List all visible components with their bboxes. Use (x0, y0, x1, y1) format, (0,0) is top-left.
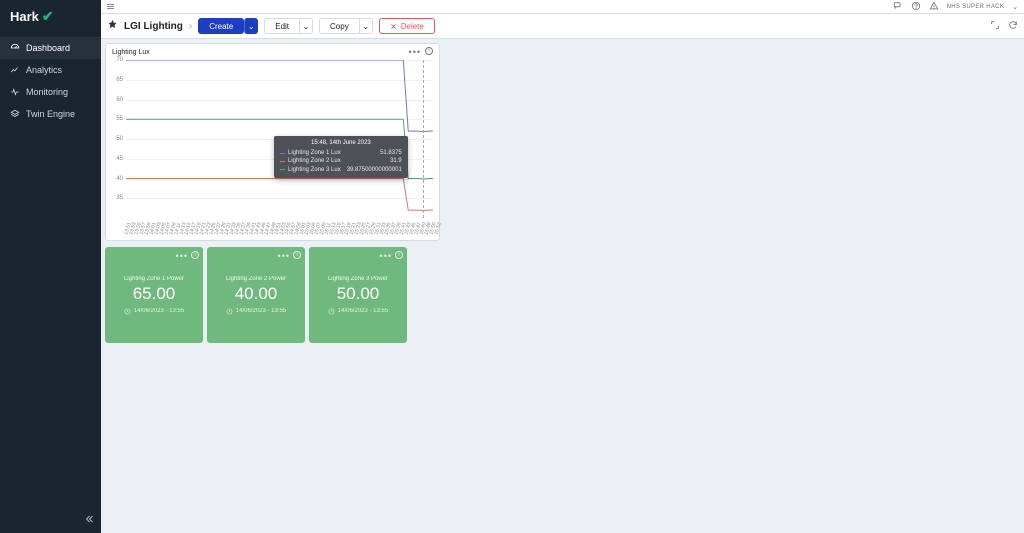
card-title: Lighting Zone 3 Power (328, 276, 388, 282)
card-timestamp: 14/06/2023 - 13:55 (134, 308, 184, 314)
card-timestamp: 14/06/2023 - 13:55 (338, 308, 388, 314)
chart-menu-icon[interactable]: ••• (409, 47, 421, 57)
chart-title: Lighting Lux (112, 49, 150, 56)
card-info-icon[interactable]: i (293, 251, 301, 259)
chevron-left-icon (83, 513, 95, 525)
edit-label: Edit (275, 22, 289, 31)
chart-x-axis: 13:5113:5313:5513:5713:5914:0114:0314:05… (126, 220, 433, 238)
legend-swatch-icon (280, 169, 285, 170)
brand-logo[interactable]: Hark✔ (0, 0, 101, 33)
page-title: LGI Lighting (124, 21, 183, 32)
card-menu-icon[interactable]: ••• (278, 251, 290, 261)
card-timestamp: 14/06/2023 - 13:55 (236, 308, 286, 314)
topbar: NHS SUPER HACK ⌄ (101, 0, 1024, 14)
card-info-icon[interactable]: i (395, 251, 403, 259)
delete-button[interactable]: Delete (379, 18, 435, 34)
comments-icon[interactable] (893, 1, 903, 13)
sidebar-item-label: Twin Engine (26, 109, 75, 119)
chart-tooltip: 15:48, 14th June 2023 Lighting Zone 1 Lu… (274, 136, 408, 178)
card-title: Lighting Zone 1 Power (124, 276, 184, 282)
chevron-down-icon: ⌄ (248, 22, 255, 31)
clock-icon (124, 308, 131, 315)
edit-dropdown[interactable]: ⌄ (299, 18, 313, 34)
legend-swatch-icon (280, 153, 285, 154)
copy-button[interactable]: Copy (319, 18, 359, 34)
alerts-icon[interactable] (929, 1, 939, 13)
copy-dropdown[interactable]: ⌄ (359, 18, 373, 34)
delete-label: Delete (401, 22, 424, 31)
tooltip-series-value: 39.87500000000001 (347, 166, 402, 174)
user-name[interactable]: NHS SUPER HACK (947, 4, 1005, 10)
analytics-icon (10, 65, 20, 75)
page-header: LGI Lighting › Create ⌄ Edit ⌄ Copy ⌄ De… (101, 14, 1024, 39)
card-lighting-zone-3-power[interactable]: •••i Lighting Zone 3 Power 50.00 14/06/2… (309, 247, 407, 343)
legend-swatch-icon (280, 161, 285, 162)
sidebar: Hark✔ Dashboard Analytics Monitoring Twi… (0, 0, 101, 533)
layers-icon (10, 109, 20, 119)
brand-mark-icon: ✔ (42, 8, 54, 25)
expand-icon[interactable] (990, 20, 1000, 33)
clock-icon (226, 308, 233, 315)
sidebar-item-analytics[interactable]: Analytics (0, 59, 101, 81)
tooltip-series-value: 31.9 (390, 157, 402, 165)
card-menu-icon[interactable]: ••• (380, 251, 392, 261)
tooltip-series-value: 51.8375 (380, 149, 402, 157)
chart-info-icon[interactable]: i (425, 47, 433, 55)
card-title: Lighting Zone 2 Power (226, 276, 286, 282)
sidebar-item-label: Monitoring (26, 87, 68, 97)
card-info-icon[interactable]: i (191, 251, 199, 259)
card-value: 50.00 (337, 284, 380, 304)
sidebar-item-label: Dashboard (26, 43, 70, 53)
chevron-down-icon: ⌄ (362, 22, 369, 31)
card-value: 40.00 (235, 284, 278, 304)
card-value: 65.00 (133, 284, 176, 304)
breadcrumb-separator-icon: › (189, 21, 192, 32)
brand-text: Hark (10, 9, 39, 24)
edit-button[interactable]: Edit (264, 18, 299, 34)
refresh-icon[interactable] (1008, 20, 1018, 33)
tooltip-series-label: Lighting Zone 1 Lux (288, 149, 341, 157)
favorite-star-icon[interactable] (107, 19, 118, 33)
sidebar-collapse-button[interactable] (83, 513, 95, 527)
card-lighting-zone-1-power[interactable]: •••i Lighting Zone 1 Power 65.00 14/06/2… (105, 247, 203, 343)
copy-label: Copy (330, 22, 349, 31)
help-icon[interactable] (911, 1, 921, 13)
close-icon (390, 23, 397, 30)
tooltip-series-label: Lighting Zone 2 Lux (288, 157, 341, 165)
tooltip-series-label: Lighting Zone 3 Lux (288, 166, 341, 174)
chevron-down-icon: ⌄ (303, 22, 310, 31)
sidebar-nav: Dashboard Analytics Monitoring Twin Engi… (0, 37, 101, 125)
sidebar-item-label: Analytics (26, 65, 62, 75)
sidebar-item-twin-engine[interactable]: Twin Engine (0, 103, 101, 125)
heartbeat-icon (10, 87, 20, 97)
clock-icon (328, 308, 335, 315)
sidebar-item-monitoring[interactable]: Monitoring (0, 81, 101, 103)
sidebar-item-dashboard[interactable]: Dashboard (0, 37, 101, 59)
create-label: Create (209, 22, 233, 31)
dashboard-canvas[interactable]: Lighting Lux ••• i 3540455055606570 13:5… (101, 39, 1024, 533)
tooltip-time: 15:48, 14th June 2023 (280, 140, 402, 146)
main: NHS SUPER HACK ⌄ LGI Lighting › Create ⌄… (101, 0, 1024, 533)
create-button[interactable]: Create (198, 18, 244, 34)
chart-card-lighting-lux[interactable]: Lighting Lux ••• i 3540455055606570 13:5… (105, 43, 440, 241)
menu-icon[interactable] (107, 4, 114, 9)
value-cards-row: •••i Lighting Zone 1 Power 65.00 14/06/2… (105, 247, 1020, 343)
chevron-down-icon[interactable]: ⌄ (1012, 3, 1018, 11)
create-dropdown[interactable]: ⌄ (244, 18, 258, 34)
gauge-icon (10, 43, 20, 53)
card-menu-icon[interactable]: ••• (176, 251, 188, 261)
card-lighting-zone-2-power[interactable]: •••i Lighting Zone 2 Power 40.00 14/06/2… (207, 247, 305, 343)
